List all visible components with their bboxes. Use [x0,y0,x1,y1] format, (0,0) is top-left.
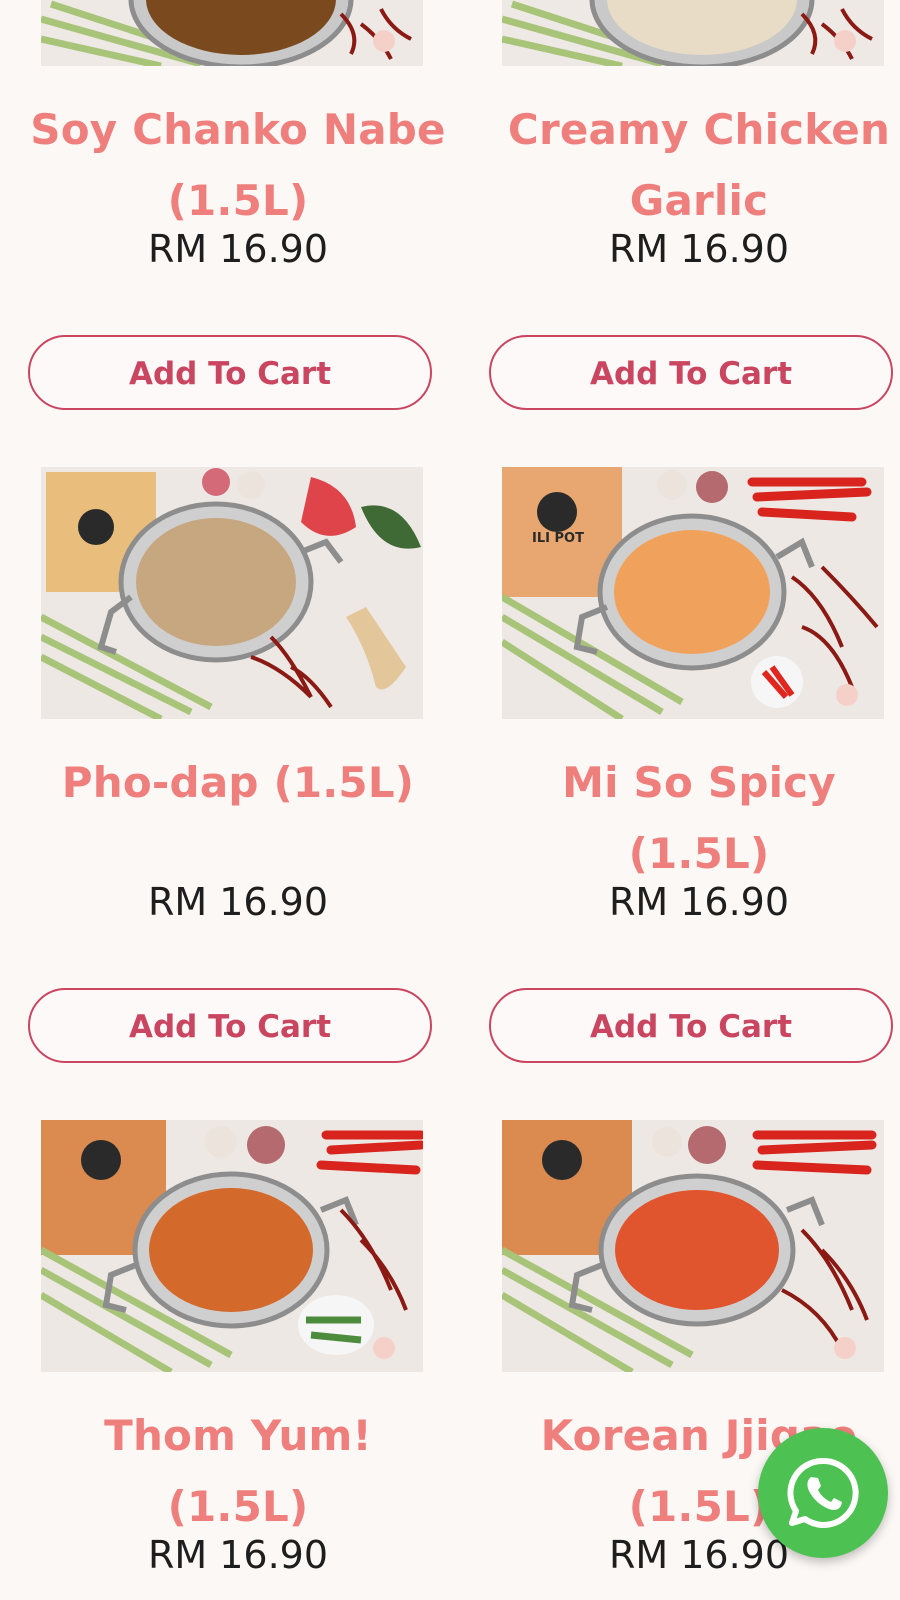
product-image[interactable] [502,0,884,66]
product-price: RM 16.90 [147,880,329,924]
add-to-cart-button[interactable]: Add To Cart [489,335,893,410]
product-image[interactable] [41,1120,423,1372]
soup-pot-image [502,0,884,66]
bag-logo-text: ILI POT [532,531,584,546]
soup-pot-image [502,1120,884,1372]
add-to-cart-button[interactable]: Add To Cart [489,988,893,1063]
product-image[interactable] [502,1120,884,1372]
soup-pot-image [41,1120,423,1372]
product-price: RM 16.90 [608,227,790,271]
whatsapp-chat-button[interactable] [758,1428,888,1558]
soup-pot-image [41,0,423,66]
product-price: RM 16.90 [147,227,329,271]
add-to-cart-button[interactable]: Add To Cart [28,988,432,1063]
product-name[interactable]: Soy Chanko Nabe (1.5L) [28,94,448,236]
product-image[interactable]: ILI POT [502,467,884,719]
product-name[interactable]: Mi So Spicy (1.5L) [489,747,900,889]
product-image[interactable] [41,467,423,719]
soup-pot-image [41,467,423,719]
product-price: RM 16.90 [608,880,790,924]
product-name[interactable]: Creamy Chicken Garlic [489,94,900,236]
product-name[interactable]: Pho-dap (1.5L) [28,747,448,818]
whatsapp-icon [787,1457,859,1528]
product-name[interactable]: Thom Yum! (1.5L) [28,1400,448,1542]
product-grid-page: Soy Chanko Nabe (1.5L) RM 16.90 Add To C… [0,0,900,1600]
product-image[interactable] [41,0,423,66]
product-price: RM 16.90 [147,1533,329,1577]
soup-pot-image: ILI POT [502,467,884,719]
add-to-cart-button[interactable]: Add To Cart [28,335,432,410]
